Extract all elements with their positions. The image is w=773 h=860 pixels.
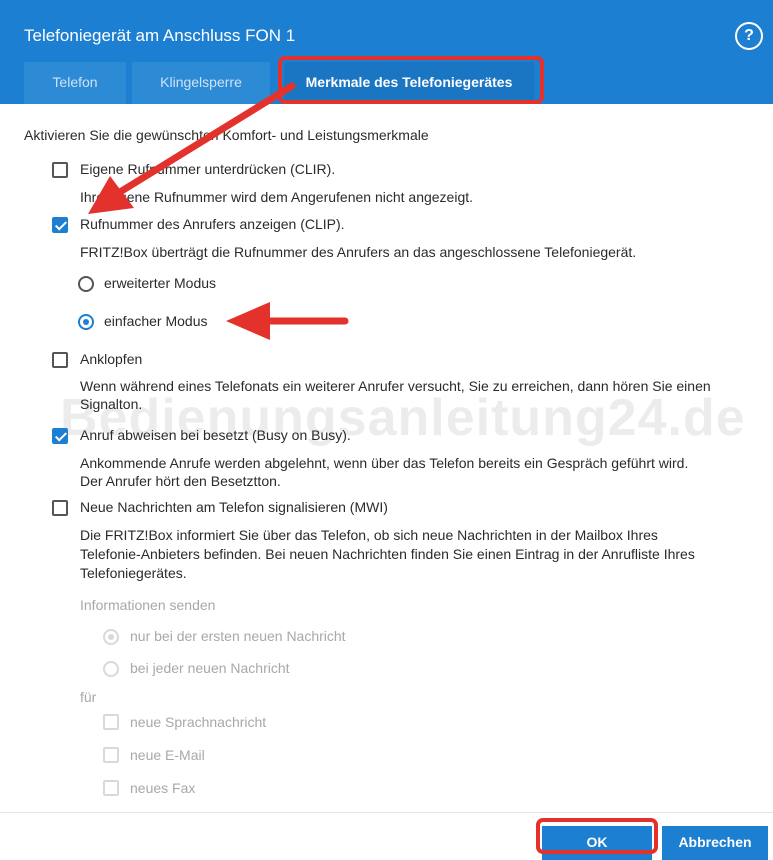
- arrow-to-simple-mode-head: [226, 302, 270, 340]
- annotation-arrows: [88, 82, 349, 340]
- arrow-to-clip-head: [88, 176, 134, 214]
- arrow-to-clip-shaft: [116, 82, 296, 196]
